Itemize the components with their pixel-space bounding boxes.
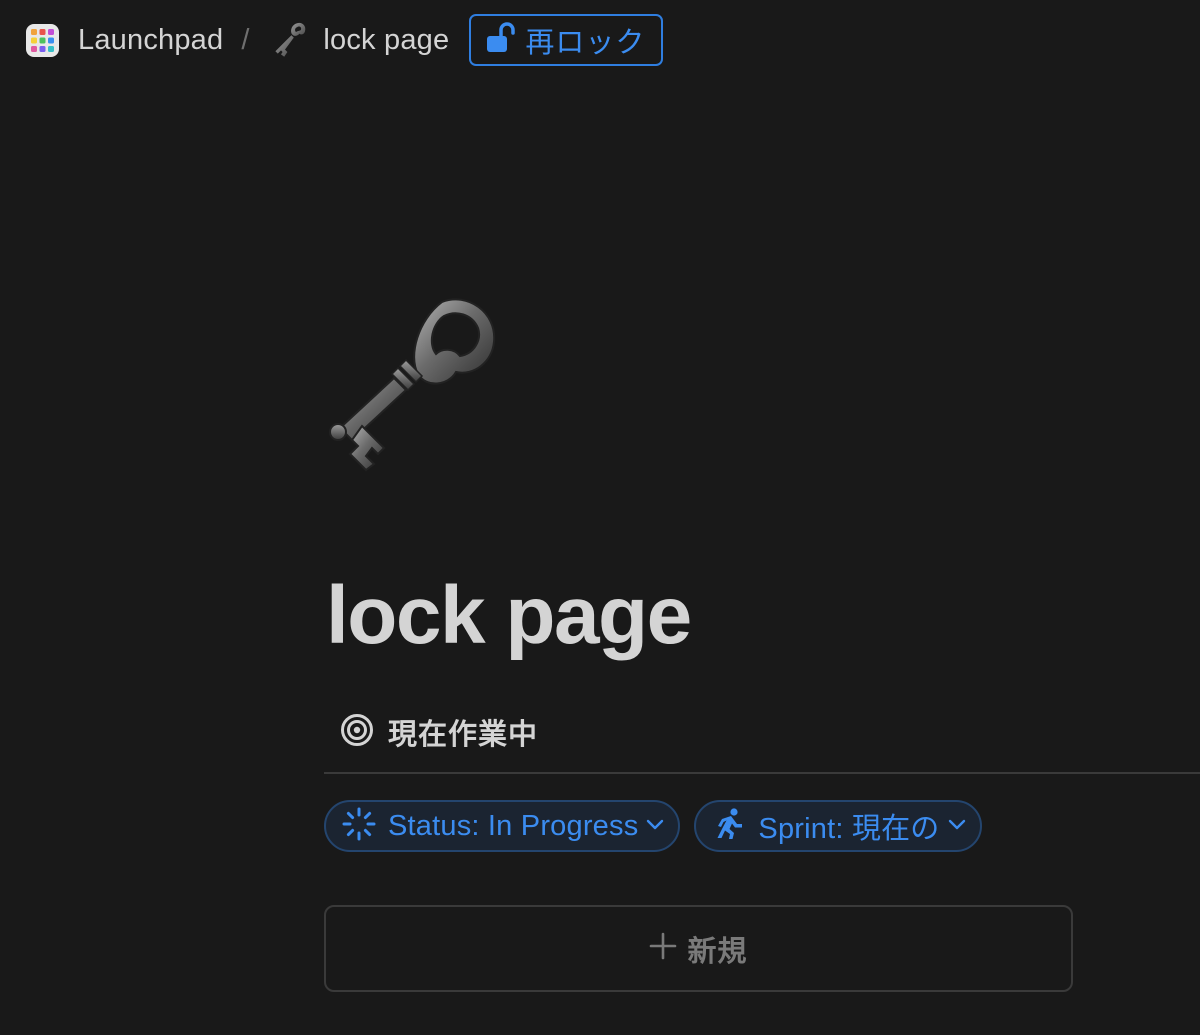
new-item-button[interactable]: 新規 [324, 905, 1073, 992]
old-key-icon [269, 20, 309, 60]
in-progress-spinner-icon [342, 807, 376, 846]
launchpad-grid-icon [26, 23, 59, 57]
filter-status[interactable]: Status: In Progress [324, 800, 681, 852]
tab-current-work[interactable]: 現在作業中 [340, 706, 538, 758]
breadcrumb-workspace-label: Launchpad [78, 23, 224, 56]
breadcrumb-separator: / [241, 23, 250, 56]
chevron-down-icon [646, 817, 664, 835]
relock-button[interactable]: 再ロック [469, 14, 664, 66]
new-item-label: 新規 [687, 935, 748, 968]
page-title[interactable]: lock page [326, 566, 692, 666]
page-icon[interactable] [322, 290, 507, 475]
filter-sprint-label: Sprint: 現在の [758, 813, 940, 845]
breadcrumb-page[interactable]: lock page [269, 14, 449, 66]
old-key-icon [329, 298, 496, 472]
chevron-down-icon [948, 817, 966, 835]
breadcrumb-workspace[interactable]: Launchpad [26, 14, 223, 66]
relock-button-label: 再ロック [525, 27, 646, 59]
target-icon [340, 713, 374, 752]
top-bar: Launchpad / lock page 再ロック [0, 0, 1200, 80]
view-divider [324, 772, 1200, 774]
filter-sprint[interactable]: Sprint: 現在の [694, 800, 982, 852]
plus-icon [649, 932, 677, 965]
filter-status-label: Status: In Progress [388, 809, 639, 842]
runner-icon [712, 807, 746, 846]
unlocked-padlock-icon [485, 21, 516, 59]
breadcrumb-page-label: lock page [323, 23, 450, 56]
filter-bar: Status: In Progress Sprint: 現在の [324, 800, 982, 852]
tab-current-work-label: 現在作業中 [388, 719, 539, 751]
